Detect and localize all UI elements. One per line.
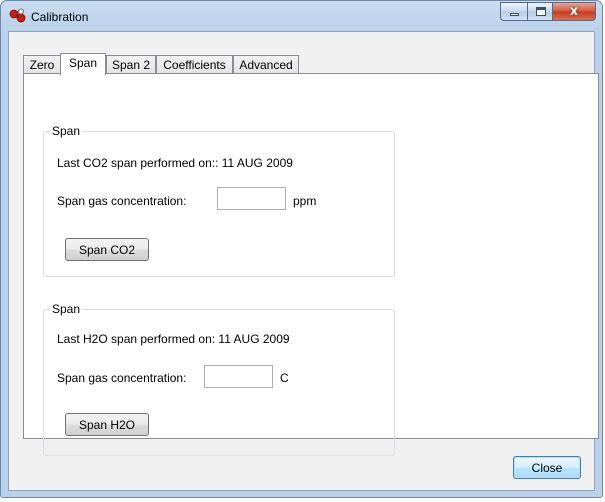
co2-span-group: Span Last CO2 span performed on:: 11 AUG… (43, 124, 395, 277)
close-window-button[interactable]: x (553, 2, 596, 21)
calibration-app-icon (9, 8, 26, 23)
co2-concentration-input[interactable] (217, 187, 286, 210)
close-button[interactable]: Close (513, 456, 581, 479)
tab-span[interactable]: Span (60, 53, 106, 75)
dialog-client-area: Zero Span Span 2 Coefficients Advanced S… (8, 31, 599, 491)
close-icon: x (569, 4, 579, 19)
maximize-icon (536, 7, 546, 16)
caption-buttons: x (500, 2, 596, 21)
h2o-concentration-input[interactable] (204, 365, 273, 388)
h2o-span-group: Span Last H2O span performed on: 11 AUG … (43, 302, 395, 456)
tab-advanced[interactable]: Advanced (233, 55, 299, 74)
co2-group-legend: Span (50, 124, 83, 138)
h2o-last-span-text: Last H2O span performed on: 11 AUG 2009 (57, 332, 290, 346)
h2o-group-legend: Span (50, 302, 83, 316)
tab-zero[interactable]: Zero (23, 55, 61, 74)
h2o-concentration-label: Span gas concentration: (57, 371, 187, 385)
tab-span-2[interactable]: Span 2 (106, 55, 156, 74)
title-bar[interactable]: Calibration x (1, 1, 602, 31)
co2-last-span-text: Last CO2 span performed on:: 11 AUG 2009 (57, 156, 293, 170)
calibration-window: Calibration x Zero Span Span 2 Coefficie… (0, 0, 603, 498)
co2-unit-label: ppm (293, 194, 317, 208)
window-title: Calibration (31, 10, 89, 24)
minimize-icon (510, 13, 519, 16)
tab-coefficients[interactable]: Coefficients (156, 55, 233, 74)
co2-concentration-label: Span gas concentration: (57, 194, 187, 208)
h2o-unit-label: C (280, 371, 289, 385)
span-co2-button[interactable]: Span CO2 (65, 238, 149, 261)
span-tab-page: Span Last CO2 span performed on:: 11 AUG… (23, 73, 599, 456)
span-h2o-button[interactable]: Span H2O (65, 413, 149, 436)
maximize-button[interactable] (527, 2, 553, 21)
minimize-button[interactable] (500, 2, 527, 21)
